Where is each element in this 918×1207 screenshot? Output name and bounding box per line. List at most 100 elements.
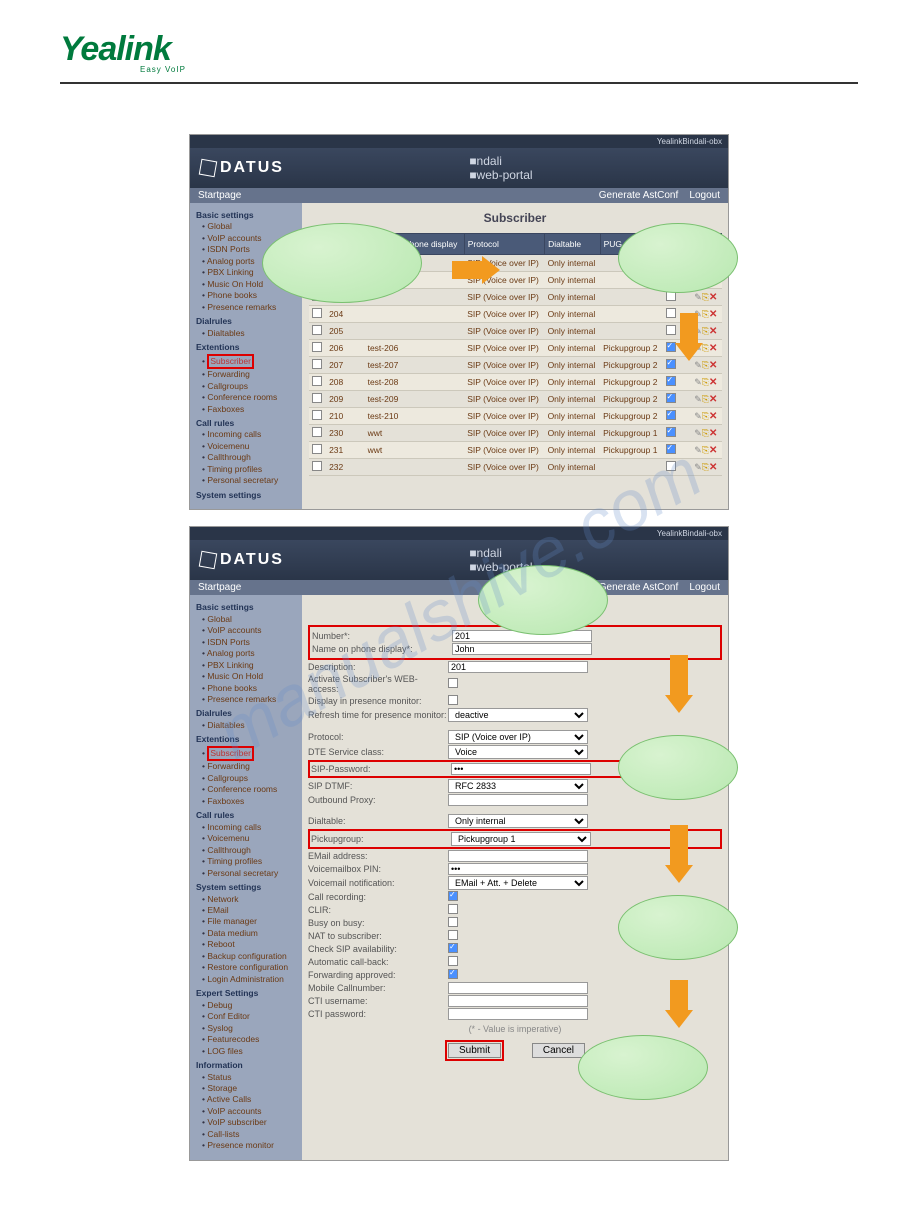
dialtable-select[interactable]: Only internal <box>448 814 588 828</box>
sidebar-item[interactable]: Subscriber <box>202 746 298 761</box>
cell-number[interactable]: 230 <box>326 425 365 442</box>
email-field[interactable] <box>448 850 588 862</box>
sidebar-item[interactable]: Incoming calls <box>202 822 298 833</box>
sidebar-item[interactable]: Conference rooms <box>202 392 298 403</box>
sidebar-item[interactable]: Global <box>202 221 298 232</box>
dte-select[interactable]: Voice <box>448 745 588 759</box>
menu-logout[interactable]: Logout <box>689 190 720 201</box>
forw-checkbox[interactable] <box>666 444 676 454</box>
sidebar-item[interactable]: Personal secretary <box>202 868 298 879</box>
sidebar-item[interactable]: Data medium <box>202 928 298 939</box>
sidebar-item[interactable]: Music On Hold <box>202 671 298 682</box>
cell-number[interactable]: 208 <box>326 374 365 391</box>
cell-number[interactable]: 207 <box>326 357 365 374</box>
protocol-select[interactable]: SIP (Voice over IP) <box>448 730 588 744</box>
row-checkbox[interactable] <box>312 427 322 437</box>
menu-generate-astconf[interactable]: Generate AstConf <box>599 190 679 201</box>
copy-icon[interactable]: ⎘ <box>702 411 709 421</box>
delete-icon[interactable]: ✕ <box>709 326 717 337</box>
edit-icon[interactable]: ✎ <box>694 377 702 387</box>
forw-checkbox[interactable] <box>666 376 676 386</box>
sidebar-item[interactable]: Callgroups <box>202 773 298 784</box>
sidebar-item[interactable]: Restore configuration <box>202 962 298 973</box>
sidebar-item[interactable]: Phone books <box>202 290 298 301</box>
nat-checkbox[interactable] <box>448 930 458 940</box>
sidebar-item[interactable]: Forwarding <box>202 369 298 380</box>
sidebar-item[interactable]: Debug <box>202 1000 298 1011</box>
web-access-checkbox[interactable] <box>448 678 458 688</box>
sidebar-item[interactable]: Syslog <box>202 1023 298 1034</box>
delete-icon[interactable]: ✕ <box>709 445 717 456</box>
col-dialtable[interactable]: Dialtable <box>545 234 601 255</box>
sidebar-item[interactable]: Login Administration <box>202 974 298 985</box>
sidebar-item[interactable]: Analog ports <box>202 648 298 659</box>
delete-icon[interactable]: ✕ <box>709 428 717 439</box>
row-checkbox[interactable] <box>312 359 322 369</box>
forw-checkbox[interactable] <box>666 461 676 471</box>
copy-icon[interactable]: ⎘ <box>702 394 709 404</box>
cell-number[interactable]: 231 <box>326 442 365 459</box>
sidebar-item[interactable]: VoIP accounts <box>202 1106 298 1117</box>
forw-checkbox[interactable] <box>666 308 676 318</box>
submit-button[interactable]: Submit <box>448 1043 501 1058</box>
mobile-callnumber-field[interactable] <box>448 982 588 994</box>
row-checkbox[interactable] <box>312 444 322 454</box>
edit-icon[interactable]: ✎ <box>694 394 702 404</box>
delete-icon[interactable]: ✕ <box>709 292 717 303</box>
cell-number[interactable]: 205 <box>326 323 365 340</box>
sidebar-item[interactable]: Call-lists <box>202 1129 298 1140</box>
copy-icon[interactable]: ⎘ <box>702 377 709 387</box>
sidebar-item[interactable]: EMail <box>202 905 298 916</box>
sidebar-item[interactable]: Phone books <box>202 683 298 694</box>
sip-availability-checkbox[interactable] <box>448 943 458 953</box>
outbound-proxy-field[interactable] <box>448 794 588 806</box>
row-checkbox[interactable] <box>312 461 322 471</box>
sidebar-item[interactable]: Voicemenu <box>202 441 298 452</box>
cti-password-field[interactable] <box>448 1008 588 1020</box>
sidebar-item[interactable]: File manager <box>202 916 298 927</box>
edit-icon[interactable]: ✎ <box>694 428 702 438</box>
cell-number[interactable]: 204 <box>326 306 365 323</box>
sip-dtmf-select[interactable]: RFC 2833 <box>448 779 588 793</box>
pickupgroup-select[interactable]: Pickupgroup 1 <box>451 832 591 846</box>
cell-number[interactable]: 210 <box>326 408 365 425</box>
sidebar-item[interactable]: Personal secretary <box>202 475 298 486</box>
clir-checkbox[interactable] <box>448 904 458 914</box>
delete-icon[interactable]: ✕ <box>709 377 717 388</box>
cti-username-field[interactable] <box>448 995 588 1007</box>
delete-icon[interactable]: ✕ <box>709 394 717 405</box>
forw-checkbox[interactable] <box>666 427 676 437</box>
refresh-select[interactable]: deactive <box>448 708 588 722</box>
sidebar-item[interactable]: Voicemenu <box>202 833 298 844</box>
sidebar-item[interactable]: Timing profiles <box>202 856 298 867</box>
sidebar-item[interactable]: Presence remarks <box>202 694 298 705</box>
sidebar-item[interactable]: Presence monitor <box>202 1140 298 1151</box>
row-checkbox[interactable] <box>312 410 322 420</box>
row-checkbox[interactable] <box>312 325 322 335</box>
sidebar-item[interactable]: PBX Linking <box>202 660 298 671</box>
delete-icon[interactable]: ✕ <box>709 462 717 473</box>
sidebar-item[interactable]: Incoming calls <box>202 429 298 440</box>
copy-icon[interactable]: ⎘ <box>702 292 709 302</box>
delete-icon[interactable]: ✕ <box>709 411 717 422</box>
sidebar-item[interactable]: Reboot <box>202 939 298 950</box>
sidebar-item[interactable]: LOG files <box>202 1046 298 1057</box>
edit-icon[interactable]: ✎ <box>694 360 702 370</box>
menu-startpage[interactable]: Startpage <box>198 190 241 201</box>
sidebar-item[interactable]: Conf Editor <box>202 1011 298 1022</box>
sidebar-item[interactable]: Active Calls <box>202 1094 298 1105</box>
description-field[interactable] <box>448 661 588 673</box>
sidebar-item[interactable]: Dialtables <box>202 720 298 731</box>
edit-icon[interactable]: ✎ <box>694 445 702 455</box>
sidebar-item[interactable]: Callgroups <box>202 381 298 392</box>
cell-number[interactable]: 206 <box>326 340 365 357</box>
sidebar-item[interactable]: Conference rooms <box>202 784 298 795</box>
menu-startpage[interactable]: Startpage <box>198 582 241 593</box>
sidebar-item[interactable]: Faxboxes <box>202 796 298 807</box>
sidebar-item[interactable]: Callthrough <box>202 845 298 856</box>
cancel-button[interactable]: Cancel <box>532 1043 585 1058</box>
sidebar-item[interactable]: Storage <box>202 1083 298 1094</box>
display-presence-checkbox[interactable] <box>448 695 458 705</box>
delete-icon[interactable]: ✕ <box>709 343 717 354</box>
forw-checkbox[interactable] <box>666 410 676 420</box>
